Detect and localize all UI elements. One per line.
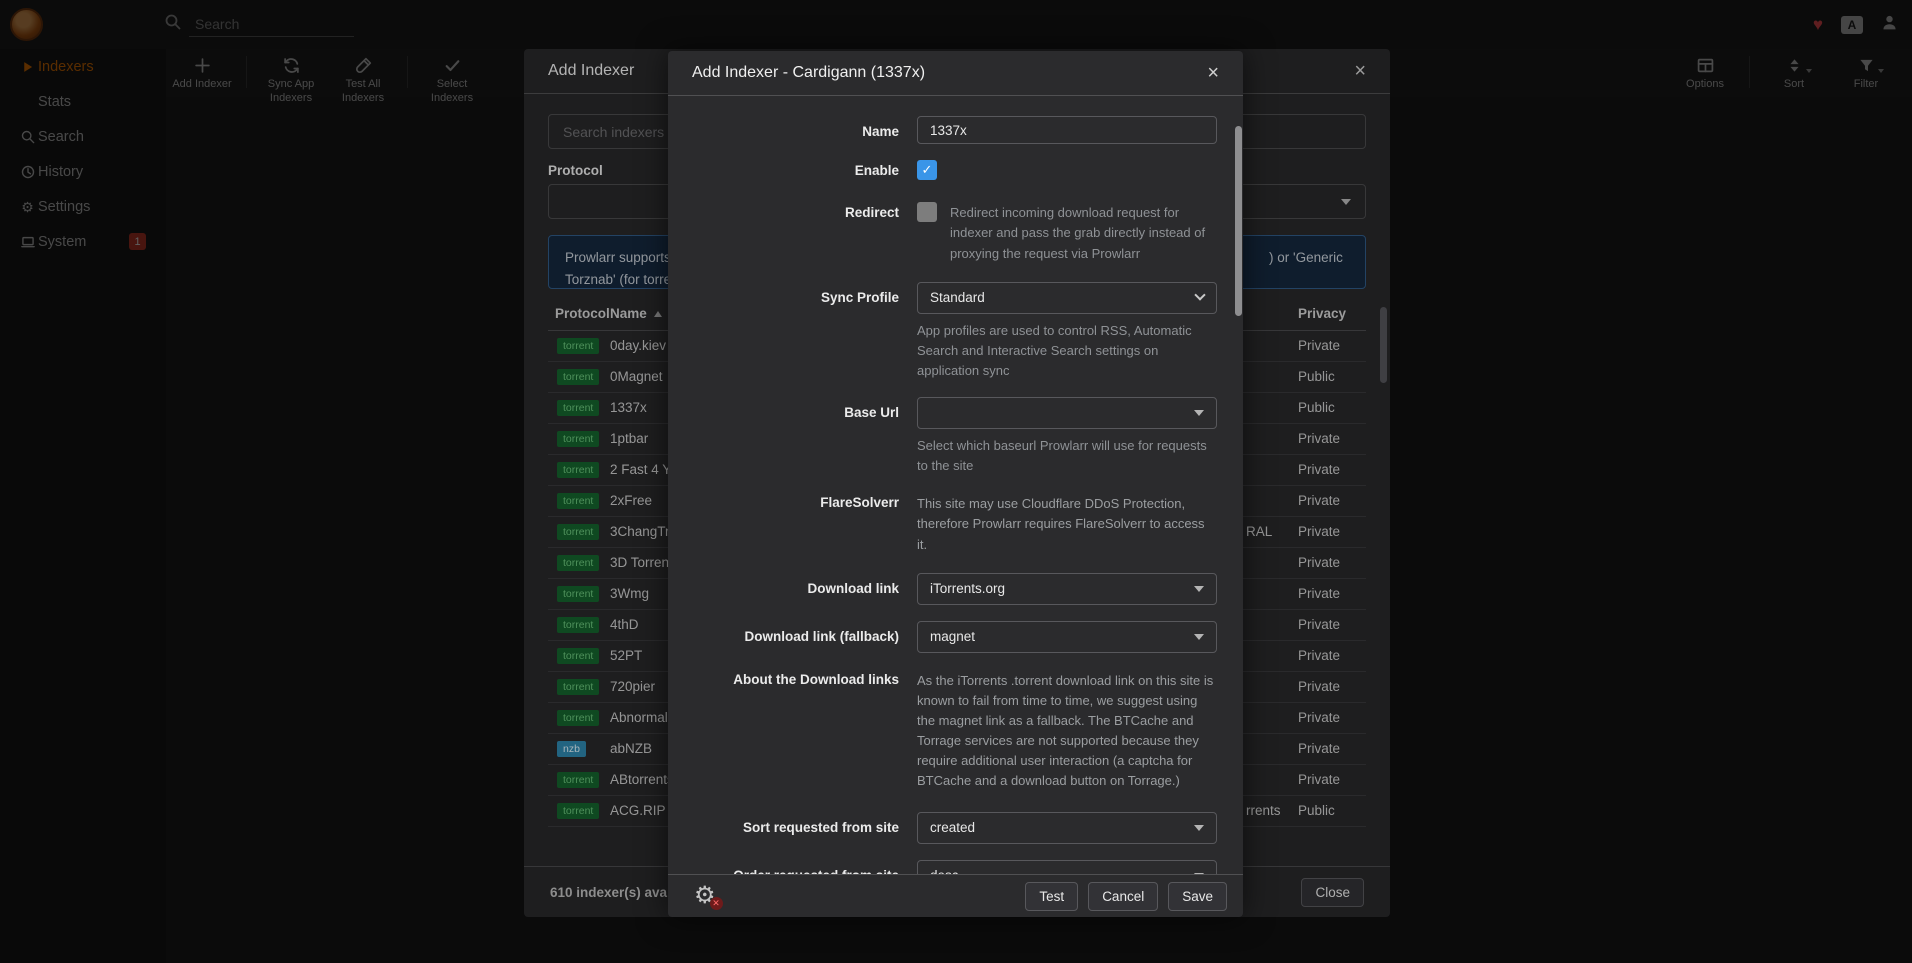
cancel-button[interactable]: Cancel (1088, 882, 1158, 911)
form-row-flaresolverr: FlareSolverr This site may use Cloudflar… (668, 492, 1243, 554)
dialog-body: Name Enable ✓ Redirect Redirect incoming… (668, 96, 1243, 874)
save-button[interactable]: Save (1168, 882, 1227, 911)
advanced-off-badge: ✕ (710, 897, 723, 910)
form-row-base-url: Base Url Select which baseurl Prowlarr w… (668, 397, 1243, 476)
name-label: Name (692, 116, 917, 144)
close-icon[interactable]: × (1207, 63, 1219, 83)
dialog-header: Add Indexer - Cardigann (1337x) × (668, 51, 1243, 96)
form-row-about-download-links: About the Download links As the iTorrent… (668, 669, 1243, 792)
form-row-sort: Sort requested from site created (668, 812, 1243, 844)
redirect-help: Redirect incoming download request for i… (950, 203, 1217, 263)
caret-down-icon (1194, 634, 1204, 640)
form-row-sync-profile: Sync Profile Standard App profiles are u… (668, 282, 1243, 381)
about-download-links-help: As the iTorrents .torrent download link … (917, 671, 1217, 792)
caret-down-icon (1194, 825, 1204, 831)
base-url-help: Select which baseurl Prowlarr will use f… (917, 436, 1217, 476)
caret-down-icon (1194, 586, 1204, 592)
flaresolverr-help: This site may use Cloudflare DDoS Protec… (917, 494, 1217, 554)
sync-profile-help: App profiles are used to control RSS, Au… (917, 321, 1217, 381)
order-label: Order requested from site (692, 860, 917, 874)
form-row-download-link: Download link iTorrents.org (668, 573, 1243, 605)
dialog-title: Add Indexer - Cardigann (1337x) (692, 64, 925, 82)
form-row-redirect: Redirect Redirect incoming download requ… (668, 202, 1243, 263)
sync-profile-select[interactable]: Standard (917, 282, 1217, 314)
dialog-footer: ⚙ ✕ Test Cancel Save (668, 874, 1243, 917)
base-url-label: Base Url (692, 397, 917, 476)
enable-label: Enable (692, 160, 917, 180)
about-download-links-label: About the Download links (692, 669, 917, 792)
sync-profile-label: Sync Profile (692, 282, 917, 381)
download-link-label: Download link (692, 573, 917, 605)
form-row-download-link-fallback: Download link (fallback) magnet (668, 621, 1243, 653)
caret-down-icon (1194, 410, 1204, 416)
redirect-checkbox[interactable] (917, 202, 937, 222)
form-row-enable: Enable ✓ (668, 160, 1243, 180)
chevron-down-icon (1194, 289, 1205, 300)
sort-label: Sort requested from site (692, 812, 917, 844)
test-button[interactable]: Test (1025, 882, 1078, 911)
name-input[interactable] (917, 116, 1217, 144)
redirect-label: Redirect (692, 202, 917, 263)
form-row-name: Name (668, 116, 1243, 144)
download-link-fallback-select[interactable]: magnet (917, 621, 1217, 653)
dialog-scrollbar-thumb[interactable] (1235, 126, 1242, 316)
base-url-select[interactable] (917, 397, 1217, 429)
form-row-order: Order requested from site desc (668, 860, 1243, 874)
order-select[interactable]: desc (917, 860, 1217, 874)
download-link-select[interactable]: iTorrents.org (917, 573, 1217, 605)
enable-checkbox[interactable]: ✓ (917, 160, 937, 180)
advanced-settings-toggle[interactable]: ⚙ ✕ (694, 884, 716, 908)
download-link-fallback-label: Download link (fallback) (692, 621, 917, 653)
add-indexer-dialog: Add Indexer - Cardigann (1337x) × Name E… (668, 51, 1243, 917)
sort-select[interactable]: created (917, 812, 1217, 844)
flaresolverr-label: FlareSolverr (692, 492, 917, 554)
